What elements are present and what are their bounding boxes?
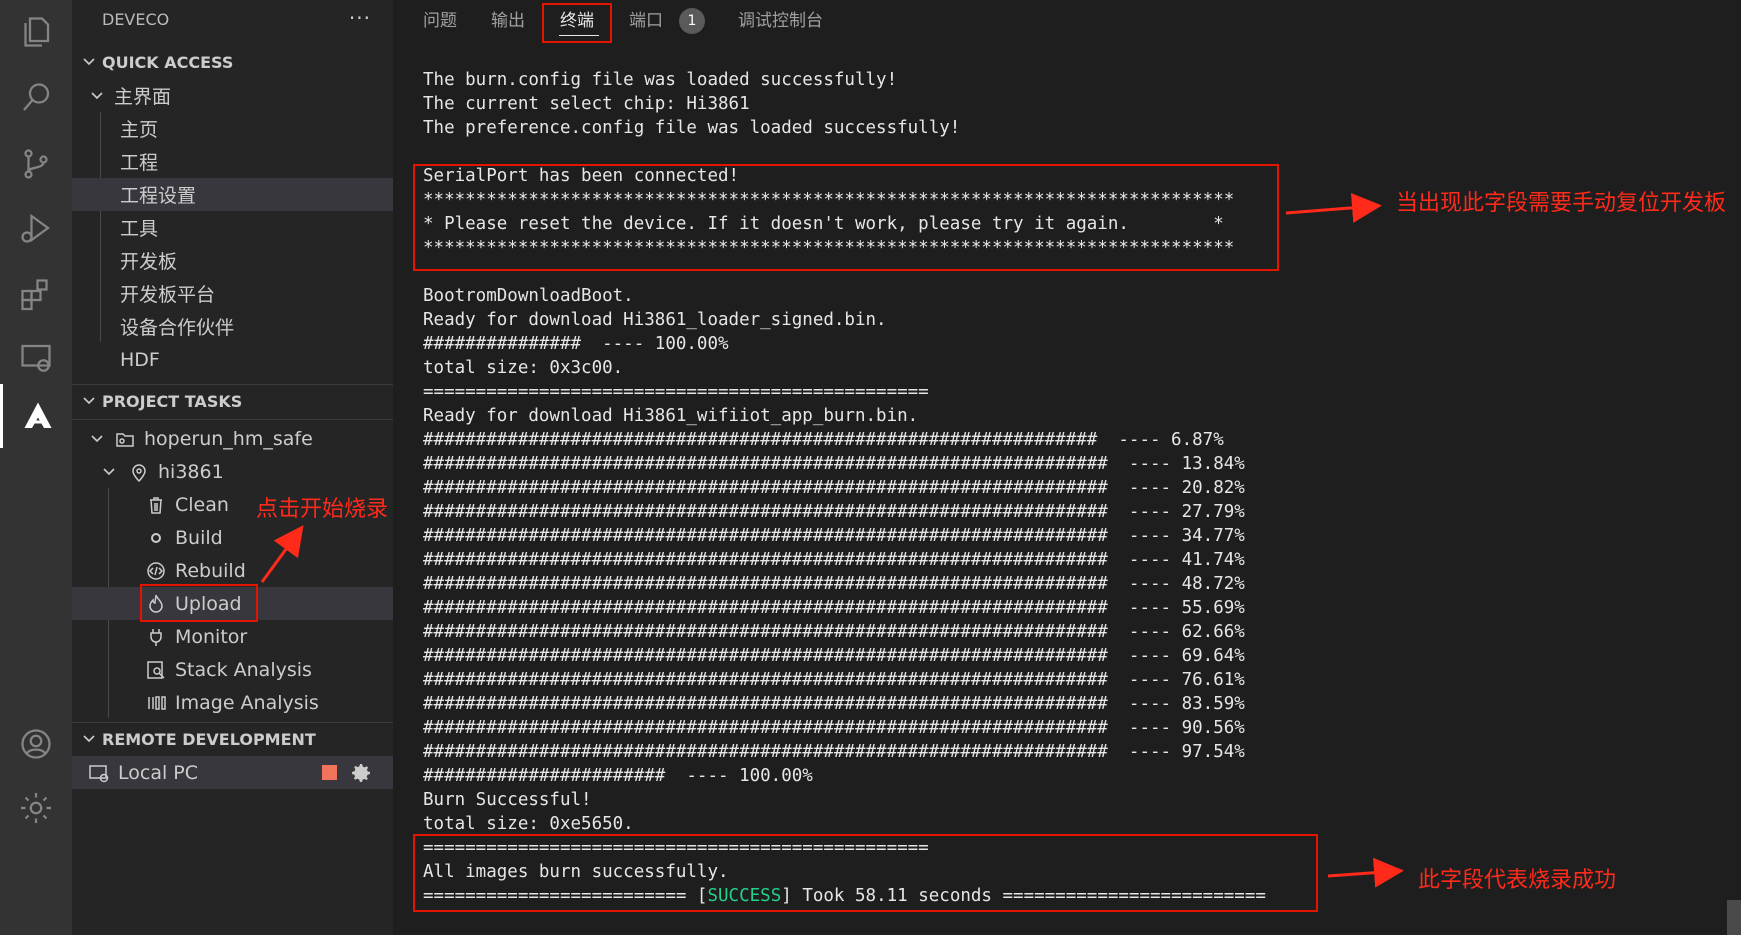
annotation-arrows <box>260 192 1404 888</box>
arrow-to-upload <box>260 525 304 583</box>
arrow-to-success-note <box>1327 857 1404 888</box>
arrow-to-reset-note <box>1285 192 1382 223</box>
